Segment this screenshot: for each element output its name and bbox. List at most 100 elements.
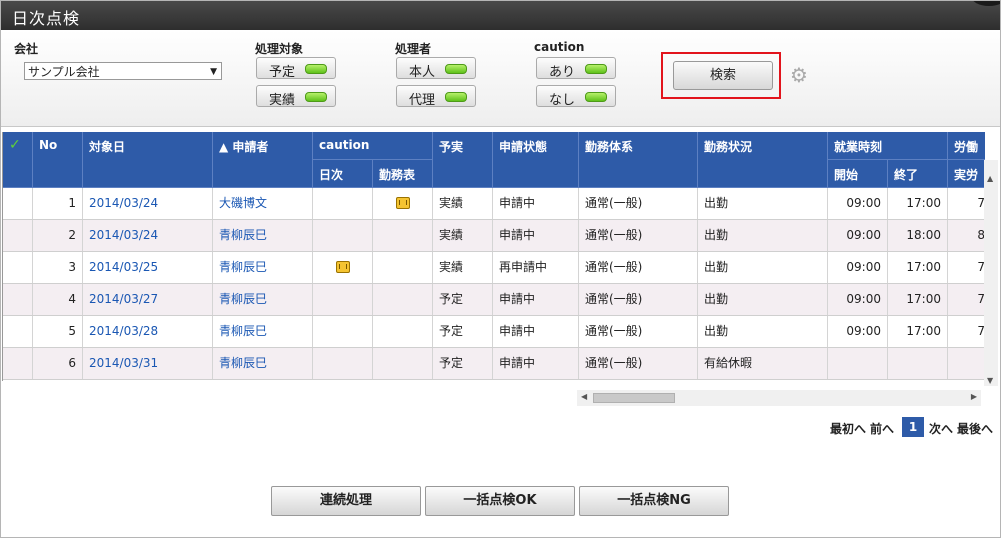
row-applicant-link[interactable]: 青柳辰巳 xyxy=(213,220,313,251)
toggle-plan-label: 予定 xyxy=(268,65,295,80)
row-work-state-cell: 出勤 xyxy=(698,220,828,251)
row-date-link[interactable]: 2014/03/24 xyxy=(83,188,213,219)
table-row[interactable]: 4 2014/03/27 青柳辰巳 予定 申請中 通常(一般) 出勤 09:00 17:00 7 xyxy=(3,284,985,316)
horizontal-scroll-thumb[interactable] xyxy=(593,393,675,403)
toggle-self-button[interactable]: 本人 xyxy=(396,57,476,80)
row-date-link[interactable]: 2014/03/28 xyxy=(83,316,213,347)
pager-last-link[interactable]: 最後へ xyxy=(957,420,993,437)
scroll-right-icon[interactable]: ▶ xyxy=(971,392,977,401)
header-start[interactable]: 開始 xyxy=(828,160,888,188)
row-applicant-link[interactable]: 青柳辰巳 xyxy=(213,284,313,315)
header-work-state[interactable]: 勤務状況 xyxy=(698,132,828,188)
pager-prev-link[interactable]: 前へ xyxy=(870,420,894,437)
pager-current-page[interactable]: 1 xyxy=(902,417,924,437)
table-row[interactable]: 2 2014/03/24 青柳辰巳 実績 申請中 通常(一般) 出勤 09:00 18:00 8 xyxy=(3,220,985,252)
row-date-link[interactable]: 2014/03/31 xyxy=(83,348,213,379)
row-plan-actual-cell: 予定 xyxy=(433,316,493,347)
row-work-state-cell: 出勤 xyxy=(698,316,828,347)
row-daily-caution-cell xyxy=(313,252,373,283)
gear-icon[interactable]: ⚙ xyxy=(788,64,810,86)
row-start-cell: 09:00 xyxy=(828,252,888,283)
scroll-down-icon[interactable]: ▼ xyxy=(987,376,993,385)
table-row[interactable]: 5 2014/03/28 青柳辰巳 予定 申請中 通常(一般) 出勤 09:00 17:00 7 xyxy=(3,316,985,348)
filter-panel: 会社 サンプル会社 ▼ 処理対象 予定 実績 処理者 本人 代理 caution… xyxy=(0,30,1001,127)
row-plan-actual-cell: 実績 xyxy=(433,188,493,219)
toggle-actual-button[interactable]: 実績 xyxy=(256,85,336,108)
pager-next-link[interactable]: 次へ xyxy=(929,420,953,437)
calendar-icon[interactable] xyxy=(335,260,350,273)
toggle-on-indicator-icon xyxy=(445,92,467,102)
table-row[interactable]: 1 2014/03/24 大磯博文 実績 申請中 通常(一般) 出勤 09:00 17:00 7 xyxy=(3,188,985,220)
calendar-icon[interactable] xyxy=(395,196,410,209)
search-button[interactable]: 検索 xyxy=(673,61,773,90)
scroll-up-icon[interactable]: ▲ xyxy=(987,174,993,183)
toggle-plan-button[interactable]: 予定 xyxy=(256,57,336,80)
row-end-cell xyxy=(888,348,948,379)
row-end-cell: 18:00 xyxy=(888,220,948,251)
horizontal-scrollbar[interactable]: ◀ ▶ xyxy=(577,390,981,406)
bulk-check-ng-button[interactable]: 一括点検NG xyxy=(579,486,729,516)
vertical-scrollbar[interactable]: ▲ ▼ xyxy=(984,160,998,386)
row-end-cell: 17:00 xyxy=(888,316,948,347)
row-start-cell xyxy=(828,348,888,379)
header-applicant[interactable]: ▲ 申請者 xyxy=(213,132,313,188)
row-status-cell: 申請中 xyxy=(493,220,579,251)
row-select-cell xyxy=(3,220,33,251)
row-date-link[interactable]: 2014/03/25 xyxy=(83,252,213,283)
row-date-link[interactable]: 2014/03/27 xyxy=(83,284,213,315)
row-status-cell: 申請中 xyxy=(493,348,579,379)
row-work-system-cell: 通常(一般) xyxy=(579,316,698,347)
row-applicant-link[interactable]: 青柳辰巳 xyxy=(213,348,313,379)
row-applicant-link[interactable]: 大磯博文 xyxy=(213,188,313,219)
bulk-check-ok-button[interactable]: 一括点検OK xyxy=(425,486,575,516)
row-select-cell xyxy=(3,348,33,379)
header-daily[interactable]: 日次 xyxy=(313,160,373,188)
row-work-state-cell: 出勤 xyxy=(698,252,828,283)
row-status-cell: 申請中 xyxy=(493,188,579,219)
toggle-caution-yes-button[interactable]: あり xyxy=(536,57,616,80)
header-date[interactable]: 対象日 xyxy=(83,132,213,188)
toggle-on-indicator-icon xyxy=(305,92,327,102)
company-select[interactable]: サンプル会社 ▼ xyxy=(24,62,222,80)
header-actual[interactable]: 実労 xyxy=(948,160,985,188)
row-no-cell: 6 xyxy=(33,348,83,379)
header-status[interactable]: 申請状態 xyxy=(493,132,579,188)
scroll-left-icon[interactable]: ◀ xyxy=(581,392,587,401)
target-label: 処理対象 xyxy=(255,42,304,56)
table-row[interactable]: 3 2014/03/25 青柳辰巳 実績 再申請中 通常(一般) 出勤 09:00 17:00 7 xyxy=(3,252,985,284)
header-work-system[interactable]: 勤務体系 xyxy=(579,132,698,188)
header-no[interactable]: No xyxy=(33,132,83,188)
row-work-system-cell: 通常(一般) xyxy=(579,220,698,251)
row-actual-cell: 7 xyxy=(948,252,985,283)
row-status-cell: 再申請中 xyxy=(493,252,579,283)
row-select-cell xyxy=(3,252,33,283)
row-applicant-link[interactable]: 青柳辰巳 xyxy=(213,316,313,347)
row-actual-cell xyxy=(948,348,985,379)
toggle-on-indicator-icon xyxy=(585,92,607,102)
row-daily-caution-cell xyxy=(313,284,373,315)
toggle-proxy-label: 代理 xyxy=(408,93,435,108)
row-plan-actual-cell: 予定 xyxy=(433,348,493,379)
table-row[interactable]: 6 2014/03/31 青柳辰巳 予定 申請中 通常(一般) 有給休暇 xyxy=(3,348,985,380)
toggle-on-indicator-icon xyxy=(305,64,327,74)
header-plan-actual[interactable]: 予実 xyxy=(433,132,493,188)
row-date-link[interactable]: 2014/03/24 xyxy=(83,220,213,251)
row-no-cell: 3 xyxy=(33,252,83,283)
pager-first-link[interactable]: 最初へ xyxy=(830,420,866,437)
row-applicant-link[interactable]: 青柳辰巳 xyxy=(213,252,313,283)
checkmark-icon[interactable]: ✓ xyxy=(3,132,33,188)
row-actual-cell: 7 xyxy=(948,188,985,219)
header-end[interactable]: 終了 xyxy=(888,160,948,188)
dropdown-arrow-icon: ▼ xyxy=(210,67,217,77)
row-sheet-caution-cell xyxy=(373,284,433,315)
toggle-on-indicator-icon xyxy=(585,64,607,74)
row-actual-cell: 7 xyxy=(948,284,985,315)
row-status-cell: 申請中 xyxy=(493,316,579,347)
batch-process-button[interactable]: 連続処理 xyxy=(271,486,421,516)
row-no-cell: 2 xyxy=(33,220,83,251)
page-title: 日次点検 xyxy=(12,9,81,28)
toggle-caution-no-button[interactable]: なし xyxy=(536,85,616,108)
header-worksheet[interactable]: 勤務表 xyxy=(373,160,433,188)
window-corner-control[interactable] xyxy=(971,0,1001,6)
toggle-proxy-button[interactable]: 代理 xyxy=(396,85,476,108)
